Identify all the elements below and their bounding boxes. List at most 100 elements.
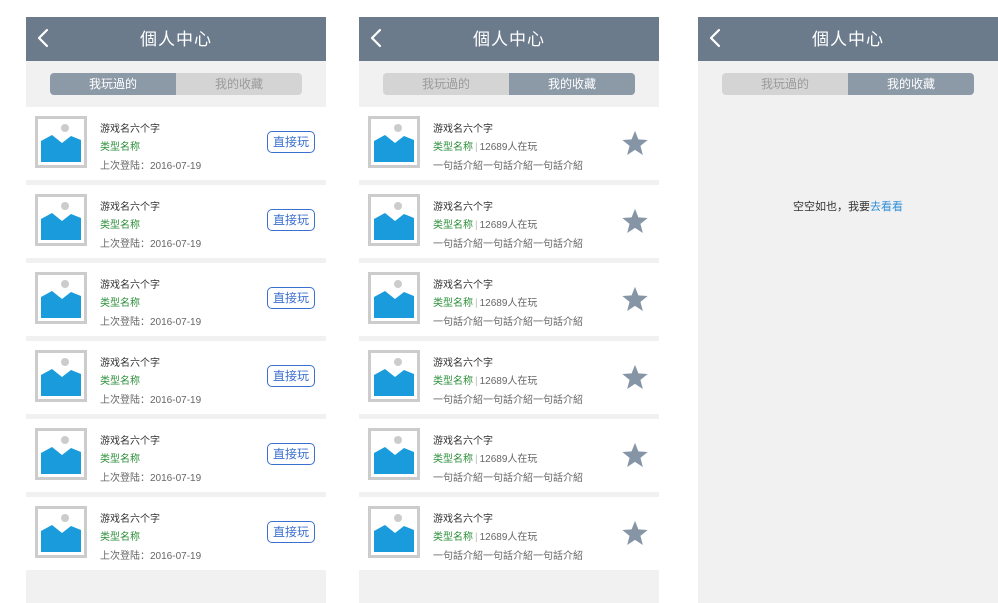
game-category: 类型名称 (433, 142, 473, 153)
image-placeholder-icon (35, 350, 87, 402)
image-placeholder-icon (368, 272, 420, 324)
last-login: 上次登陆：2016-07-19 (100, 473, 202, 484)
game-name: 游戏名六个字 (433, 514, 493, 525)
image-placeholder-icon (368, 350, 420, 402)
player-count: 12689人在玩 (479, 142, 538, 153)
list-item[interactable]: 游戏名六个字 类型名称 | 12689人在玩 一句話介紹一句話介紹一句話介紹 (359, 419, 659, 492)
image-placeholder-icon (368, 506, 420, 558)
game-name: 游戏名六个字 (433, 436, 493, 447)
list-item[interactable]: 游戏名六个字 类型名称 | 12689人在玩 一句話介紹一句話介紹一句話介紹 (359, 185, 659, 258)
game-name: 游戏名六个字 (100, 514, 160, 525)
player-count: 12689人在玩 (479, 298, 538, 309)
empty-state: 空空如也，我要去看看 (698, 198, 998, 214)
favorites-list: 游戏名六个字 类型名称 | 12689人在玩 一句話介紹一句話介紹一句話介紹 游戏名… (359, 107, 659, 570)
image-placeholder-icon (35, 506, 87, 558)
game-name: 游戏名六个字 (100, 358, 160, 369)
game-intro: 一句話介紹一句話介紹一句話介紹 (433, 551, 583, 562)
screen-favorites-empty: 個人中心 我玩過的 我的收藏 空空如也，我要去看看 (698, 17, 998, 603)
game-category: 类型名称 (433, 532, 473, 543)
game-category: 类型名称 (433, 220, 473, 231)
game-category: 类型名称 (433, 298, 473, 309)
player-count: 12689人在玩 (479, 220, 538, 231)
page-title: 個人中心 (140, 30, 212, 49)
game-category: 类型名称 (433, 454, 473, 465)
play-now-button[interactable]: 直接玩 (267, 365, 315, 387)
top-bar: 個人中心 (359, 17, 659, 61)
game-name: 游戏名六个字 (433, 124, 493, 135)
page-title: 個人中心 (473, 30, 545, 49)
image-placeholder-icon (35, 194, 87, 246)
list-item[interactable]: 游戏名六个字 类型名称 | 12689人在玩 一句話介紹一句話介紹一句話介紹 (359, 341, 659, 414)
image-placeholder-icon (35, 272, 87, 324)
game-intro: 一句話介紹一句話介紹一句話介紹 (433, 239, 583, 250)
top-bar: 個人中心 (698, 17, 998, 61)
game-intro: 一句話介紹一句話介紹一句話介紹 (433, 395, 583, 406)
segment-tabs: 我玩過的 我的收藏 (359, 61, 659, 107)
image-placeholder-icon (368, 428, 420, 480)
game-name: 游戏名六个字 (433, 280, 493, 291)
list-item[interactable]: 游戏名六个字 类型名称 上次登陆：2016-07-19 直接玩 (26, 341, 326, 414)
game-name: 游戏名六个字 (100, 202, 160, 213)
last-login: 上次登陆：2016-07-19 (100, 161, 202, 172)
image-placeholder-icon (35, 428, 87, 480)
game-category: 类型名称 (433, 376, 473, 387)
tab-favorites[interactable]: 我的收藏 (176, 73, 302, 95)
game-name: 游戏名六个字 (100, 436, 160, 447)
tab-played[interactable]: 我玩過的 (383, 73, 509, 95)
played-list: 游戏名六个字 类型名称 上次登陆：2016-07-19 直接玩 游戏名六个字 类… (26, 107, 326, 570)
last-login: 上次登陆：2016-07-19 (100, 317, 202, 328)
game-intro: 一句話介紹一句話介紹一句話介紹 (433, 161, 583, 172)
play-now-button[interactable]: 直接玩 (267, 443, 315, 465)
screen-played: 個人中心 我玩過的 我的收藏 游戏名六个字 类型名称 上次登陆：2016-07-… (26, 17, 326, 603)
list-item[interactable]: 游戏名六个字 类型名称 | 12689人在玩 一句話介紹一句話介紹一句話介紹 (359, 263, 659, 336)
last-login: 上次登陆：2016-07-19 (100, 239, 202, 250)
last-login: 上次登陆：2016-07-19 (100, 551, 202, 562)
play-now-button[interactable]: 直接玩 (267, 209, 315, 231)
game-name: 游戏名六个字 (100, 280, 160, 291)
star-icon[interactable] (620, 519, 650, 548)
player-count: 12689人在玩 (479, 532, 538, 543)
play-now-button[interactable]: 直接玩 (267, 287, 315, 309)
tab-favorites[interactable]: 我的收藏 (509, 73, 635, 95)
game-intro: 一句話介紹一句話介紹一句話介紹 (433, 473, 583, 484)
segment-tabs: 我玩過的 我的收藏 (698, 61, 998, 107)
list-item[interactable]: 游戏名六个字 类型名称 | 12689人在玩 一句話介紹一句話介紹一句話介紹 (359, 497, 659, 570)
star-icon[interactable] (620, 363, 650, 392)
top-bar: 個人中心 (26, 17, 326, 61)
game-category: 类型名称 (100, 298, 140, 309)
image-placeholder-icon (368, 194, 420, 246)
play-now-button[interactable]: 直接玩 (267, 521, 315, 543)
empty-state-text: 空空如也，我要 (793, 201, 870, 213)
star-icon[interactable] (620, 207, 650, 236)
player-count: 12689人在玩 (479, 376, 538, 387)
tab-played[interactable]: 我玩過的 (50, 73, 176, 95)
page-title: 個人中心 (812, 30, 884, 49)
screen-favorites: 個人中心 我玩過的 我的收藏 游戏名六个字 类型名称 | 12689人在玩 一句話介… (359, 17, 659, 603)
tab-played[interactable]: 我玩過的 (722, 73, 848, 95)
game-name: 游戏名六个字 (433, 358, 493, 369)
last-login: 上次登陆：2016-07-19 (100, 395, 202, 406)
star-icon[interactable] (620, 441, 650, 470)
game-name: 游戏名六个字 (433, 202, 493, 213)
list-item[interactable]: 游戏名六个字 类型名称 上次登陆：2016-07-19 直接玩 (26, 263, 326, 336)
star-icon[interactable] (620, 129, 650, 158)
image-placeholder-icon (35, 116, 87, 168)
game-category: 类型名称 (100, 220, 140, 231)
list-item[interactable]: 游戏名六个字 类型名称 | 12689人在玩 一句話介紹一句話介紹一句話介紹 (359, 107, 659, 180)
play-now-button[interactable]: 直接玩 (267, 131, 315, 153)
game-category: 类型名称 (100, 376, 140, 387)
segment-tabs: 我玩過的 我的收藏 (26, 61, 326, 107)
player-count: 12689人在玩 (479, 454, 538, 465)
game-name: 游戏名六个字 (100, 124, 160, 135)
image-placeholder-icon (368, 116, 420, 168)
tab-favorites[interactable]: 我的收藏 (848, 73, 974, 95)
go-browse-link[interactable]: 去看看 (870, 201, 903, 213)
list-item[interactable]: 游戏名六个字 类型名称 上次登陆：2016-07-19 直接玩 (26, 107, 326, 180)
list-item[interactable]: 游戏名六个字 类型名称 上次登陆：2016-07-19 直接玩 (26, 497, 326, 570)
game-intro: 一句話介紹一句話介紹一句話介紹 (433, 317, 583, 328)
list-item[interactable]: 游戏名六个字 类型名称 上次登陆：2016-07-19 直接玩 (26, 419, 326, 492)
list-item[interactable]: 游戏名六个字 类型名称 上次登陆：2016-07-19 直接玩 (26, 185, 326, 258)
game-category: 类型名称 (100, 454, 140, 465)
star-icon[interactable] (620, 285, 650, 314)
game-category: 类型名称 (100, 532, 140, 543)
